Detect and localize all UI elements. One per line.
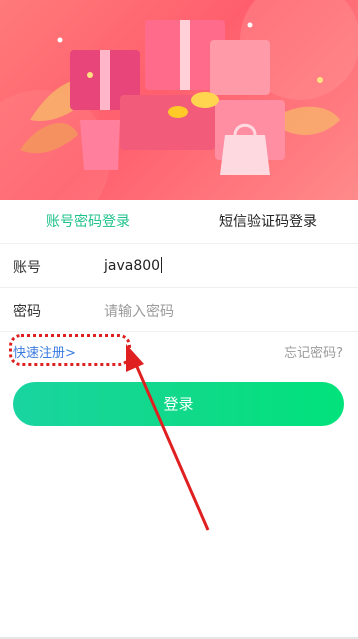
tab-sms-login[interactable]: 短信验证码登录 — [219, 212, 317, 232]
promo-banner — [0, 0, 358, 200]
annotation-highlight-ring — [9, 334, 131, 366]
login-tabs: 账号密码登录 短信验证码登录 — [0, 200, 358, 244]
password-row: 密码 请输入密码 — [0, 288, 358, 332]
account-input-value: java800 — [104, 258, 161, 274]
gift-illustration — [0, 0, 358, 200]
tab-password-login[interactable]: 账号密码登录 — [46, 212, 130, 232]
password-input[interactable]: 请输入密码 — [104, 301, 174, 321]
account-row: 账号 java800 — [0, 244, 358, 288]
text-caret — [161, 257, 163, 273]
login-button[interactable]: 登录 — [13, 382, 344, 426]
password-label: 密码 — [13, 304, 41, 320]
account-input[interactable]: java800 — [104, 257, 163, 274]
account-label: 账号 — [13, 260, 41, 276]
forgot-password-link[interactable]: 忘记密码? — [284, 342, 343, 361]
